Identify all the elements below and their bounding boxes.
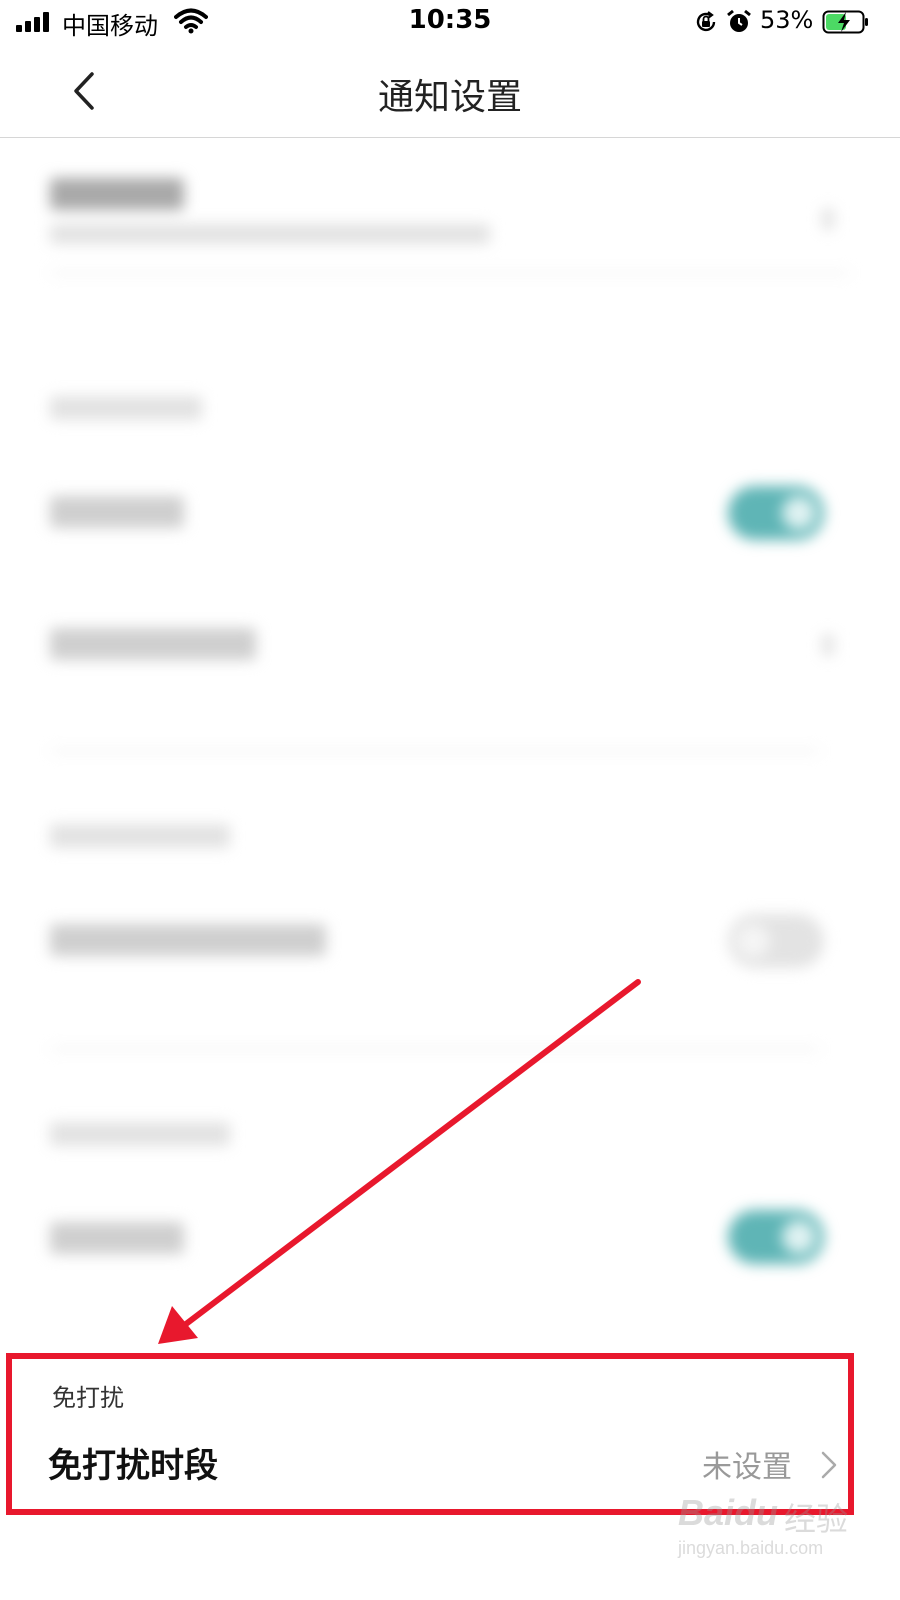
- toggle-switch[interactable]: [728, 486, 824, 540]
- baidu-watermark: Baidu 经验 jingyan.baidu.com: [672, 1488, 872, 1588]
- watermark-brand: Baidu: [678, 1492, 779, 1533]
- page-title: 通知设置: [377, 77, 522, 118]
- alarm-icon: [727, 9, 751, 32]
- blurred-text: [50, 224, 490, 244]
- watermark-brand-cn: 经验: [784, 1500, 849, 1538]
- blurred-text: [50, 824, 230, 848]
- toggle-switch[interactable]: [728, 914, 824, 968]
- divider: [50, 272, 850, 274]
- blurred-text: [50, 396, 202, 420]
- blurred-text: [50, 1222, 184, 1254]
- blurred-text: [50, 496, 184, 528]
- divider: [50, 1048, 820, 1050]
- blurred-text: [50, 1122, 230, 1146]
- blurred-text: [50, 628, 256, 660]
- blurred-text: [50, 924, 326, 956]
- blurred-text: [50, 178, 184, 210]
- battery-charging-icon: [822, 10, 868, 34]
- divider: [50, 750, 820, 752]
- chevron-right-icon: [822, 634, 834, 656]
- rotation-lock-icon: [696, 11, 716, 32]
- status-bar: 中国移动 10:35 53%: [0, 0, 900, 46]
- blurred-settings-list: [0, 140, 900, 1345]
- watermark-url: jingyan.baidu.com: [678, 1538, 824, 1558]
- toggle-switch[interactable]: [728, 1210, 824, 1264]
- chevron-right-icon: [822, 208, 834, 230]
- battery-percent: 53%: [760, 6, 814, 34]
- nav-bar: 通知设置: [0, 46, 900, 138]
